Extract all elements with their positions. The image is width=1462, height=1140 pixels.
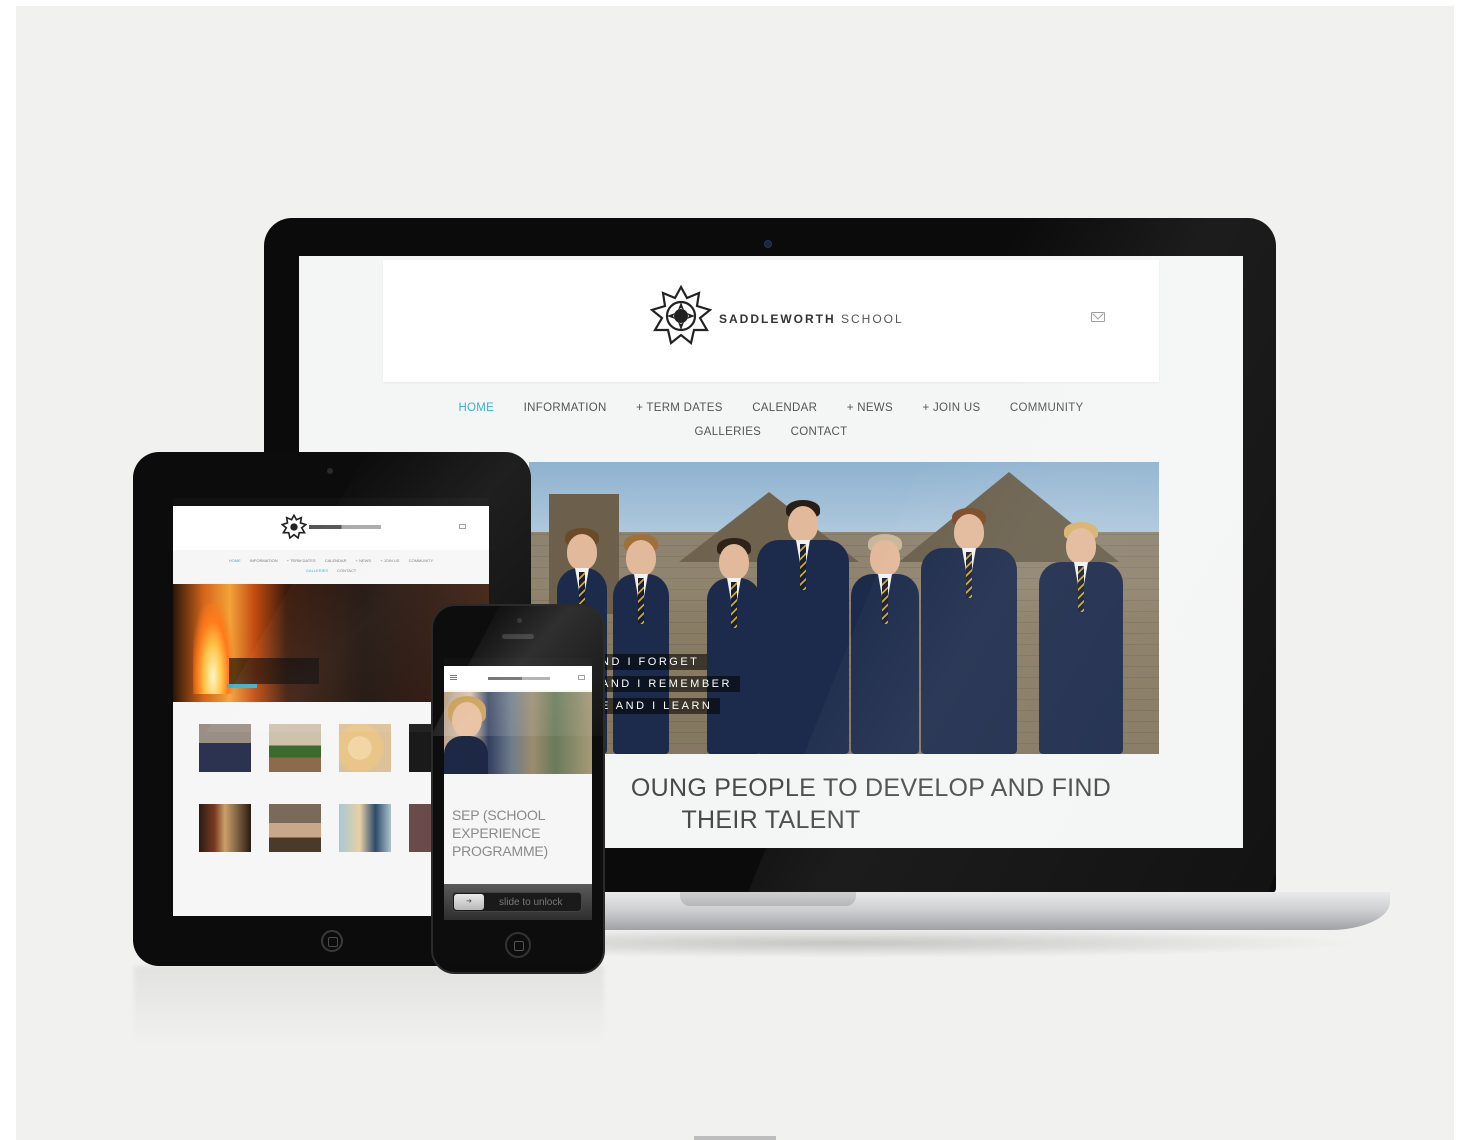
- nav-item-galleries[interactable]: GALLERIES: [695, 420, 762, 444]
- tablet-nav: HOME INFORMATION + TERM DATES CALENDAR +…: [173, 556, 489, 576]
- home-button-icon[interactable]: [505, 932, 531, 958]
- gallery-thumb[interactable]: [339, 724, 391, 778]
- phone-camera: [517, 618, 522, 623]
- nav-row-2: GALLERIES CONTACT: [383, 420, 1159, 444]
- nav-item-community[interactable]: COMMUNITY: [1010, 396, 1084, 420]
- nav-item-information[interactable]: INFORMATION: [524, 396, 607, 420]
- smartphone: SEP (SCHOOL EXPERIENCE PROGRAMME) ➔ slid…: [431, 604, 605, 974]
- menu-icon[interactable]: [450, 675, 457, 680]
- hero-quote-line-3: E AND I LEARN: [593, 698, 721, 714]
- mail-icon[interactable]: [459, 524, 466, 529]
- student-figure: [707, 538, 761, 754]
- brand-name-light: SCHOOL: [841, 312, 904, 326]
- tablet-wordmark: [309, 525, 381, 529]
- mail-icon[interactable]: [578, 675, 585, 680]
- main-nav: HOME INFORMATION + TERM DATES CALENDAR +…: [383, 396, 1159, 444]
- phone-hero-image: [444, 692, 592, 774]
- site-header: SADDLEWORTH SCHOOL: [383, 260, 1159, 382]
- tablet-nav-item[interactable]: HOME: [229, 556, 241, 566]
- phone-lock-bar: ➔ slide to unlock: [444, 884, 592, 920]
- tablet-camera: [327, 468, 333, 474]
- slide-to-unlock-slider[interactable]: ➔ slide to unlock: [452, 892, 582, 912]
- tablet-hero-accent: [227, 684, 257, 688]
- tablet-nav-item[interactable]: COMMUNITY: [409, 556, 434, 566]
- scroll-indicator: [694, 1136, 776, 1140]
- student-figure: [851, 534, 919, 754]
- phone-status-bar: [444, 658, 592, 666]
- gallery-thumb[interactable]: [269, 724, 321, 778]
- school-emblem-icon[interactable]: [281, 514, 307, 540]
- nav-item-join-us[interactable]: + JOIN US: [922, 396, 980, 420]
- phone-hero-body: [444, 736, 488, 774]
- hero-banner: ND I FORGET AND I REMEMBER E AND I LEARN: [529, 462, 1159, 754]
- phone-hero-face: [452, 702, 482, 738]
- slide-to-unlock-label: slide to unlock: [499, 897, 563, 908]
- mail-icon[interactable]: [1091, 312, 1105, 322]
- student-figure: [1039, 522, 1123, 754]
- tablet-hero-caption: [229, 658, 319, 684]
- gallery-thumb[interactable]: [199, 724, 251, 778]
- student-figure: [757, 500, 849, 754]
- hero-quote-line-1: ND I FORGET: [593, 654, 708, 670]
- tablet-nav-item[interactable]: INFORMATION: [250, 556, 278, 566]
- tablet-nav-item[interactable]: + JOIN US: [380, 556, 399, 566]
- phone-speaker: [502, 634, 534, 639]
- tablet-hero-fire: [193, 604, 233, 694]
- phone-wordmark: [488, 677, 550, 680]
- device-reflection: [134, 966, 604, 1046]
- phone-site-header: [444, 666, 592, 690]
- brand-name-bold: SADDLEWORTH: [719, 312, 836, 326]
- nav-item-calendar[interactable]: CALENDAR: [752, 396, 817, 420]
- tablet-status-bar: [173, 498, 489, 506]
- phone-card-title[interactable]: SEP (SCHOOL EXPERIENCE PROGRAMME): [452, 806, 584, 860]
- product-mockup-background: SADDLEWORTH SCHOOL HOME INFORMATION + TE…: [16, 6, 1454, 1140]
- tablet-nav-item[interactable]: CONTACT: [337, 566, 356, 576]
- nav-item-home[interactable]: HOME: [458, 396, 494, 420]
- gallery-thumb[interactable]: [199, 804, 251, 858]
- gallery-thumb[interactable]: [339, 804, 391, 858]
- phone-screen: SEP (SCHOOL EXPERIENCE PROGRAMME) ➔ slid…: [444, 658, 592, 920]
- tablet-site-header: [173, 506, 489, 550]
- school-emblem-icon[interactable]: [649, 284, 713, 348]
- nav-item-contact[interactable]: CONTACT: [791, 420, 848, 444]
- home-button-icon[interactable]: [321, 930, 343, 952]
- nav-row-1: HOME INFORMATION + TERM DATES CALENDAR +…: [383, 396, 1159, 420]
- tablet-nav-item[interactable]: GALLERIES: [306, 566, 328, 576]
- laptop-camera: [764, 240, 772, 248]
- hero-quote-line-2: AND I REMEMBER: [593, 676, 740, 692]
- nav-item-term-dates[interactable]: + TERM DATES: [636, 396, 723, 420]
- tablet-nav-item[interactable]: + TERM DATES: [287, 556, 316, 566]
- slider-knob[interactable]: ➔: [454, 894, 484, 910]
- laptop-notch: [680, 892, 856, 906]
- gallery-thumb[interactable]: [269, 804, 321, 858]
- school-wordmark[interactable]: SADDLEWORTH SCHOOL: [719, 312, 904, 326]
- tablet-nav-item[interactable]: + NEWS: [356, 556, 371, 566]
- tablet-nav-item[interactable]: CALENDAR: [325, 556, 347, 566]
- nav-item-news[interactable]: + NEWS: [847, 396, 893, 420]
- student-figure: [921, 508, 1017, 754]
